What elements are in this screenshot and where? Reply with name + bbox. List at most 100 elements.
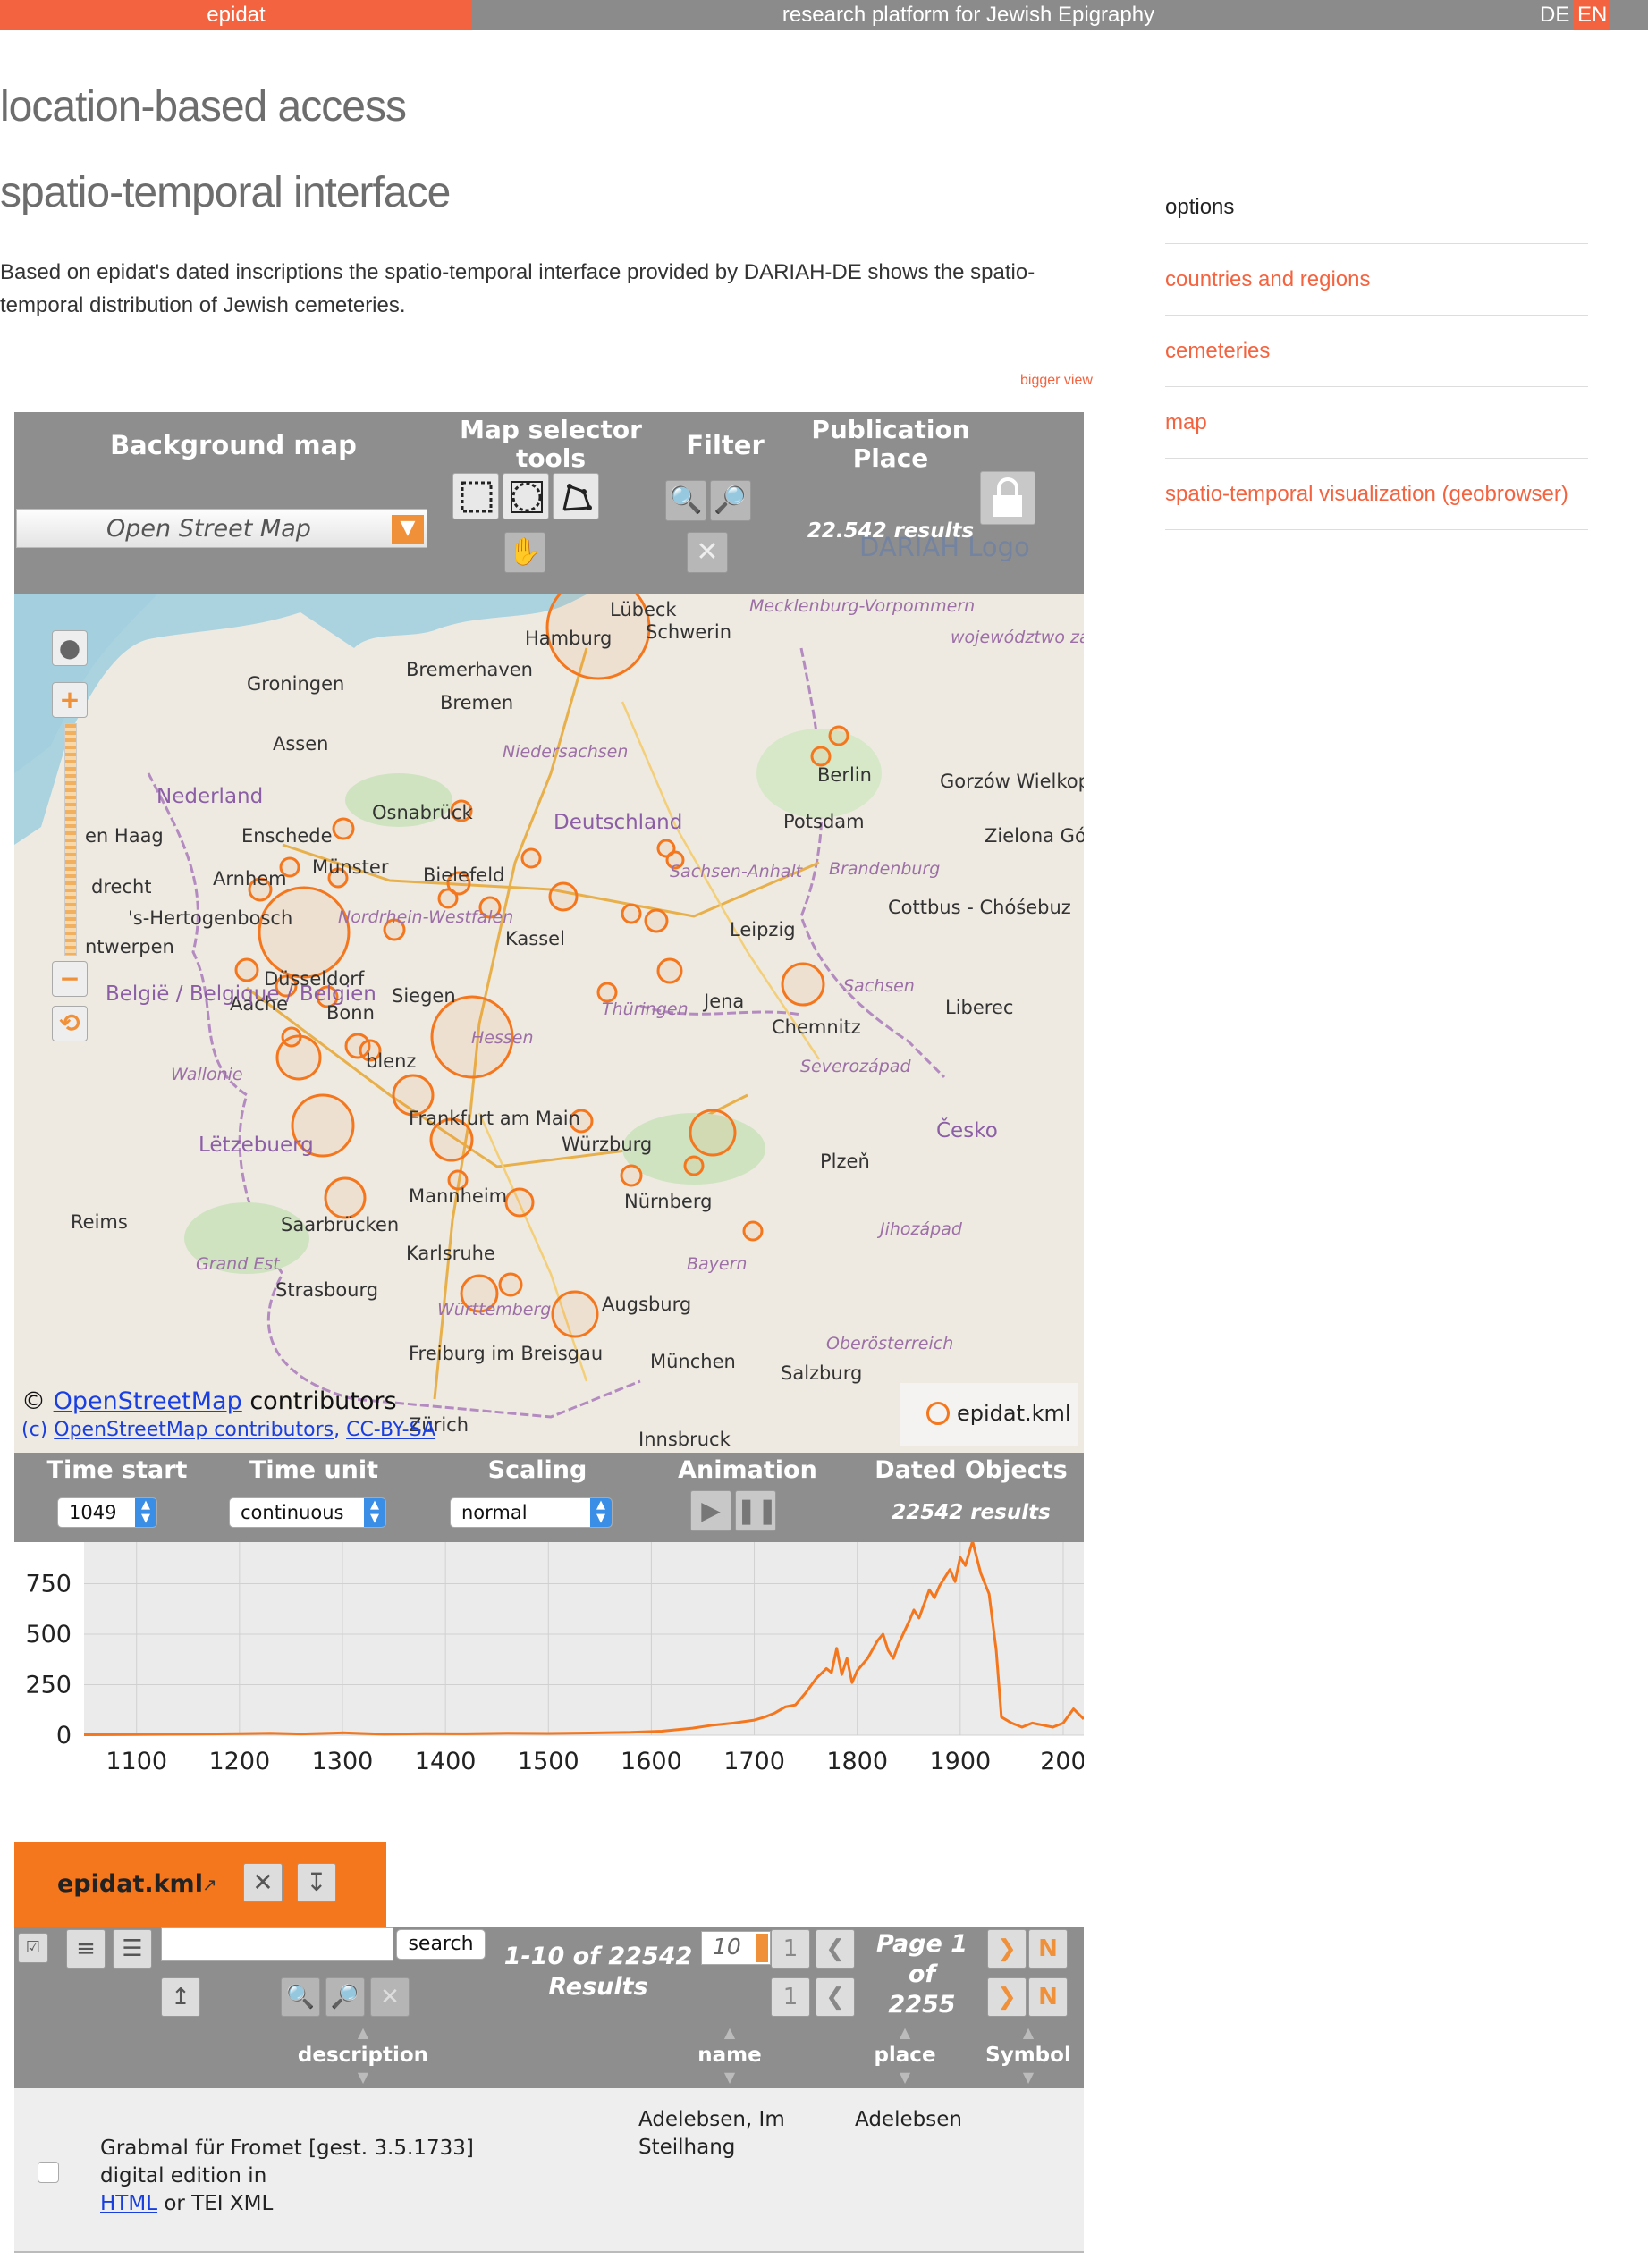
cemetery-marker[interactable] <box>437 888 459 909</box>
table-search-button[interactable]: search <box>396 1929 486 1960</box>
pan-tool-button[interactable]: ✋ <box>504 532 545 573</box>
cemetery-marker[interactable] <box>596 982 618 1003</box>
zoom-in-button[interactable]: + <box>52 682 88 718</box>
select-all-checkbox[interactable]: ☑ <box>18 1933 48 1963</box>
sort-up-icon[interactable]: ▲ <box>336 2024 390 2041</box>
external-link-icon[interactable]: ↗ <box>202 1874 217 1895</box>
column-place[interactable]: place <box>842 2044 968 2067</box>
sort-up-icon[interactable]: ▲ <box>1001 2024 1055 2041</box>
table-row[interactable]: Grabmal für Fromet [gest. 3.5.1733] digi… <box>14 2088 1084 2253</box>
polygon-select-tool[interactable] <box>553 473 599 519</box>
rows-per-page-select[interactable]: 10 <box>701 1931 771 1965</box>
column-description[interactable]: description <box>283 2044 444 2067</box>
magnifier-icon: 🔍 <box>285 1984 316 2011</box>
next-page-button[interactable]: ❯ <box>987 1929 1027 1969</box>
filter-inverse-button[interactable]: 🔎 <box>710 480 751 521</box>
background-map-select[interactable]: Open Street Map ▼ <box>16 509 427 548</box>
cemetery-marker[interactable] <box>498 1272 523 1297</box>
first-page-button[interactable]: 1 <box>771 1929 810 1969</box>
pause-button[interactable]: ❚❚ <box>735 1490 778 1531</box>
table-filter-clear-button[interactable]: ✕ <box>370 1977 410 2017</box>
time-unit-select[interactable]: continuous ▲ ▼ <box>229 1497 386 1528</box>
cemetery-marker[interactable] <box>504 1187 535 1218</box>
osm-contributors-link[interactable]: OpenStreetMap contributors <box>54 1419 334 1441</box>
bigger-view-link[interactable]: bigger view <box>1020 373 1093 389</box>
kml-tab[interactable]: epidat.kml ↗ ✕ ↧ <box>14 1842 386 1927</box>
table-search-input[interactable] <box>161 1927 393 1961</box>
cemetery-marker[interactable] <box>620 1164 643 1187</box>
table-filter-button[interactable]: 🔍 <box>281 1977 320 2017</box>
map-label-gorzow: Gorzów Wielkopolski <box>940 771 1084 792</box>
export-button[interactable]: ↧ <box>297 1863 336 1902</box>
cemetery-marker[interactable] <box>275 1034 322 1081</box>
row-checkbox[interactable] <box>38 2162 59 2183</box>
map-view[interactable]: Lübeck Schwerin Mecklenburg-Vorpommern woje… <box>14 594 1084 1453</box>
column-symbol[interactable]: Symbol <box>975 2044 1082 2067</box>
next-page-button-2[interactable]: ❯ <box>987 1977 1027 2017</box>
list-view-button[interactable]: ☰ <box>113 1929 152 1969</box>
cemetery-marker[interactable] <box>621 903 642 924</box>
cemetery-marker[interactable] <box>656 957 683 984</box>
sort-down-icon[interactable]: ▼ <box>703 2069 756 2086</box>
brand-logo[interactable]: epidat <box>0 0 472 30</box>
option-map[interactable]: map <box>1165 387 1588 459</box>
cemetery-marker[interactable] <box>781 962 825 1007</box>
option-cemeteries[interactable]: cemeteries <box>1165 316 1588 387</box>
cemetery-marker[interactable] <box>828 725 849 746</box>
time-start-select[interactable]: 1049 ▲ ▼ <box>57 1497 157 1528</box>
zoom-reset-button[interactable]: ● <box>52 630 88 666</box>
scaling-select[interactable]: normal ▲ ▼ <box>450 1497 613 1528</box>
chevron-left-icon: ❮ <box>825 1984 845 2011</box>
cemetery-marker[interactable] <box>689 1109 737 1157</box>
description-edition: digital edition in <box>100 2164 267 2188</box>
upload-button[interactable]: ↥ <box>161 1977 200 2017</box>
cemetery-marker[interactable] <box>644 908 669 933</box>
cemetery-marker[interactable] <box>683 1155 705 1176</box>
filter-clear-button[interactable]: ✕ <box>687 532 728 573</box>
language-en-link[interactable]: EN <box>1574 0 1611 30</box>
zoom-out-button[interactable]: − <box>52 961 88 997</box>
timeline-chart[interactable]: 0 250 500 750 1000 1100 1200 1300 1400 1500 1600 17… <box>10 1520 1086 1783</box>
play-button[interactable]: ▶ <box>690 1490 731 1531</box>
cc-by-sa-link[interactable]: CC-BY-SA <box>346 1419 435 1441</box>
last-page-button-2[interactable]: N <box>1028 1977 1068 2017</box>
zoom-slider[interactable] <box>64 723 77 956</box>
prev-page-button[interactable]: ❮ <box>816 1929 855 1969</box>
column-name[interactable]: name <box>667 2044 792 2067</box>
reset-view-button[interactable]: ⟲ <box>52 1006 88 1041</box>
sort-up-icon[interactable]: ▲ <box>703 2024 756 2041</box>
option-geobrowser[interactable]: spatio-temporal visualization (geobrowse… <box>1165 459 1588 530</box>
cemetery-marker[interactable] <box>324 1176 367 1219</box>
circle-select-tool[interactable] <box>503 473 549 519</box>
language-de-link[interactable]: DE <box>1540 3 1569 28</box>
cemetery-marker[interactable] <box>551 1290 599 1338</box>
cemetery-marker[interactable] <box>742 1220 764 1242</box>
option-countries-regions[interactable]: countries and regions <box>1165 244 1588 316</box>
close-tab-button[interactable]: ✕ <box>243 1863 283 1902</box>
collapse-rows-button[interactable]: ≡ <box>66 1929 106 1969</box>
cemetery-marker[interactable] <box>234 957 259 982</box>
osm-link[interactable]: OpenStreetMap <box>54 1387 242 1415</box>
map-label-niedersachsen: Niedersachsen <box>503 742 629 762</box>
cemetery-marker[interactable] <box>332 817 355 840</box>
cemetery-marker[interactable] <box>548 881 579 912</box>
sort-up-icon[interactable]: ▲ <box>878 2024 932 2041</box>
cemetery-marker[interactable] <box>258 886 351 979</box>
first-page-button-2[interactable]: 1 <box>771 1977 810 2017</box>
square-select-tool[interactable] <box>452 473 499 519</box>
checkbox-icon: ☑ <box>25 1938 41 1957</box>
map-label-jena: Jena <box>704 991 745 1012</box>
html-edition-link[interactable]: HTML <box>100 2192 157 2215</box>
sort-down-icon[interactable]: ▼ <box>1001 2069 1055 2086</box>
table-filter-inverse-button[interactable]: 🔎 <box>325 1977 365 2017</box>
last-page-button[interactable]: N <box>1028 1929 1068 1969</box>
map-label-plzen: Plzeň <box>820 1151 870 1172</box>
filter-button[interactable]: 🔍 <box>665 480 706 521</box>
sort-down-icon[interactable]: ▼ <box>878 2069 932 2086</box>
cemetery-marker[interactable] <box>520 847 542 869</box>
plot-area <box>84 1542 1084 1735</box>
sort-down-icon[interactable]: ▼ <box>336 2069 390 2086</box>
lock-button[interactable] <box>980 471 1035 525</box>
cemetery-marker[interactable] <box>810 746 832 767</box>
prev-page-button-2[interactable]: ❮ <box>816 1977 855 2017</box>
